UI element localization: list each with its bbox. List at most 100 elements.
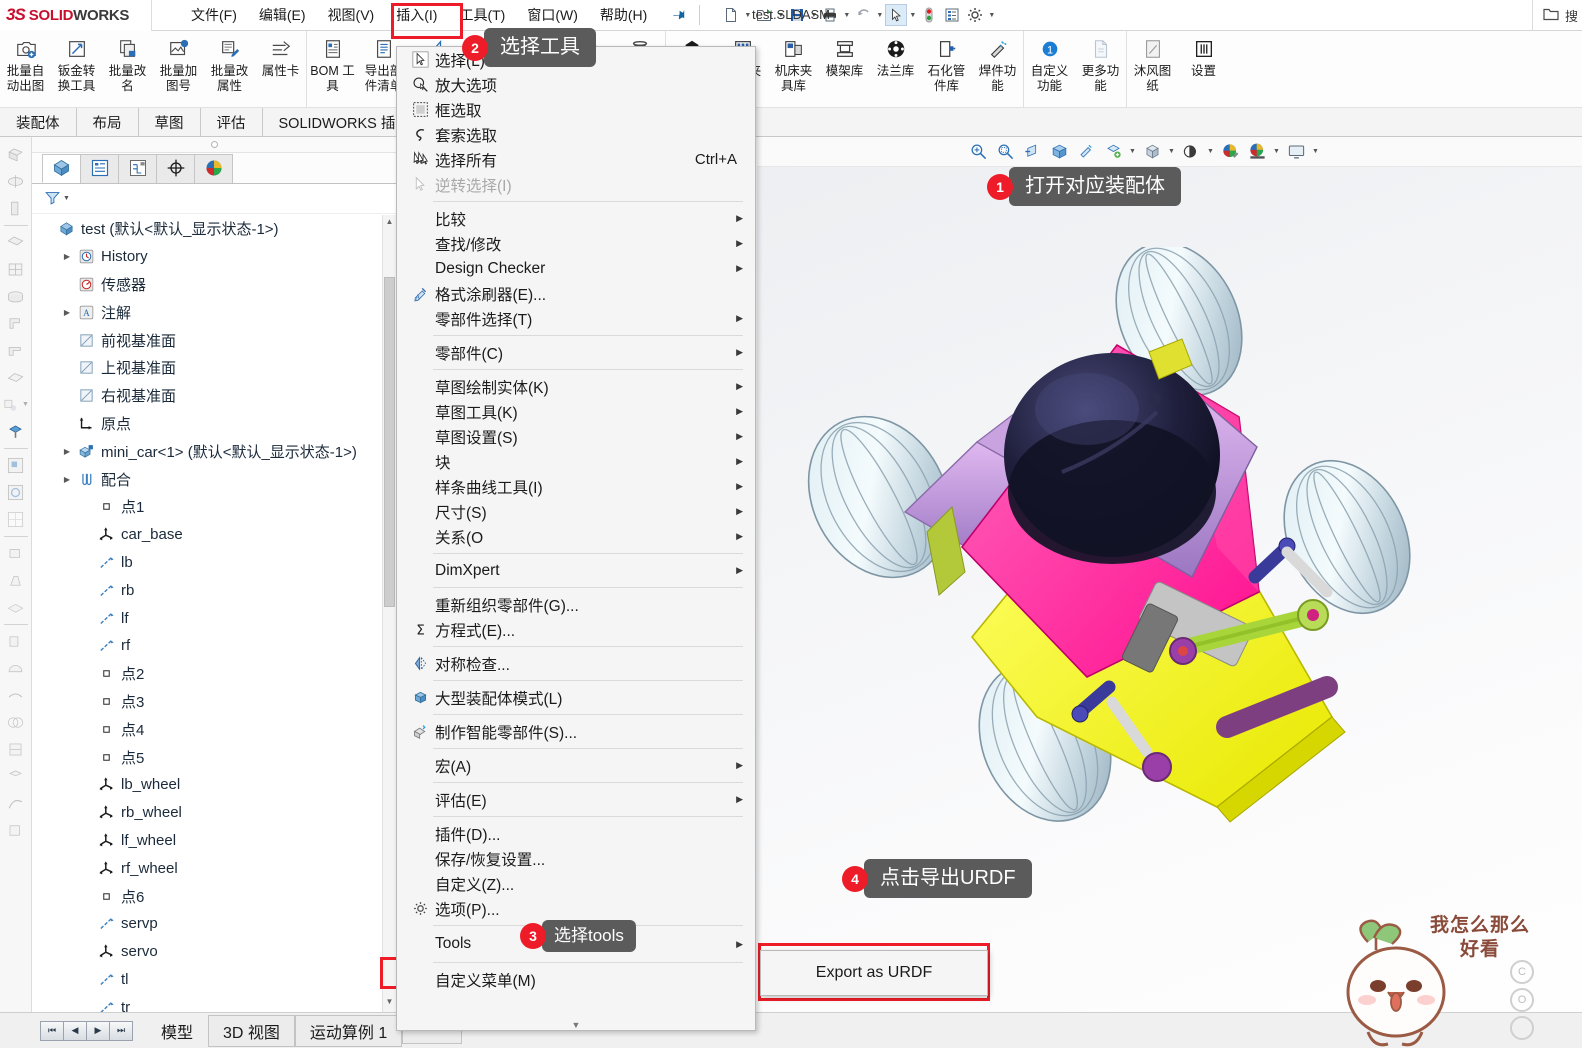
menu-item-i[interactable]: 样条曲线工具(I) ▶ [397, 474, 755, 499]
ribbon-btn-batch-drawing[interactable]: 批量自动出图 [0, 31, 51, 106]
tree-item[interactable]: ▶ History [32, 243, 396, 271]
tree-item[interactable]: 原点 [32, 410, 396, 438]
fillet-icon[interactable]: ▼ [2, 391, 30, 418]
expand-arrow-icon[interactable]: ▶ [60, 475, 74, 484]
menu-item-e[interactable]: Σ 方程式(E)... [397, 617, 755, 642]
menu-item-[interactable]: 查找/修改 ▶ [397, 231, 755, 256]
tree-item[interactable]: rf_wheel [32, 854, 396, 882]
revolved-cut-icon[interactable] [2, 283, 30, 310]
menu-item-s[interactable]: 草图设置(S) ▶ [397, 424, 755, 449]
tab-display-manager[interactable] [194, 154, 233, 183]
feature-tree-list[interactable]: test (默认<默认_显示状态-1>) ▶ History 传感器 ▶ A 注解 前视基准面… [32, 215, 396, 1012]
tree-item[interactable]: 前视基准面 [32, 326, 396, 354]
circular-pattern-icon[interactable] [2, 479, 30, 506]
viewport-layout-icon[interactable] [1284, 140, 1308, 164]
ribbon-btn-machine-fixture[interactable]: 机床夹具库 [768, 31, 819, 106]
command-manager-tabs[interactable]: 装配体 布局 草图 评估 SOLIDWORKS 插件 S [0, 108, 1582, 137]
tree-item[interactable]: servo [32, 938, 396, 966]
tab-sketch[interactable]: 草图 [138, 108, 201, 136]
menu-item-a[interactable]: 宏(A) ▶ [397, 753, 755, 778]
menu-item-[interactable]: 比较 ▶ [397, 206, 755, 231]
menu-item-s[interactable]: 制作智能零部件(S)... [397, 719, 755, 744]
export-urdf-item[interactable]: Export as URDF [816, 964, 932, 982]
menu-item-c[interactable]: 零部件(C) ▶ [397, 340, 755, 365]
3d-viewport[interactable]: ▼ ▼ ▼ ▼ ▼ 1 打开对应装配体 4 点击导出URDF 我怎么那么 好看 … [757, 137, 1582, 1048]
tree-item[interactable]: rb [32, 576, 396, 604]
menu-item-i[interactable]: 逆转选择(I) [397, 172, 755, 197]
tree-scrollbar[interactable]: ▲ ▼ [382, 215, 396, 1012]
boundary-cut-icon[interactable] [2, 364, 30, 391]
menu-item-o[interactable]: 关系(O ▶ [397, 524, 755, 549]
filter-icon[interactable] [44, 189, 61, 209]
intersect-icon[interactable] [2, 709, 30, 736]
tree-item[interactable]: tr [32, 993, 396, 1012]
dome-icon[interactable] [2, 655, 30, 682]
display-style-icon[interactable] [1074, 140, 1098, 164]
swept-boss-icon[interactable] [2, 195, 30, 222]
menu-item-s[interactable]: 尺寸(S) ▶ [397, 499, 755, 524]
extrude-boss-icon[interactable] [2, 141, 30, 168]
section-view-icon[interactable] [1020, 140, 1044, 164]
menu-item-e[interactable]: A 格式涂刷器(E)... [397, 281, 755, 306]
menu-item-m[interactable]: 自定义菜单(M) [397, 967, 755, 992]
ribbon-toolbar[interactable]: 批量自动出图 钣金转换工具 批量改名 批量加图号 批量改属性 属性卡 BOM 工… [0, 31, 1582, 108]
tree-item[interactable]: ▶ mini_car<1> (默认<默认_显示状态-1>) [32, 437, 396, 465]
tree-item[interactable]: 点2 [32, 660, 396, 688]
tree-item[interactable]: lf [32, 604, 396, 632]
tree-item[interactable]: lf_wheel [32, 827, 396, 855]
tab-layout[interactable]: 布局 [76, 108, 139, 136]
menu-expand-arrow-icon[interactable]: ▼ [396, 1020, 756, 1046]
tree-item[interactable]: lb [32, 549, 396, 577]
split-icon[interactable] [2, 736, 30, 763]
tree-item[interactable]: servp [32, 910, 396, 938]
draft-icon[interactable] [2, 567, 30, 594]
tree-item[interactable]: lb_wheel [32, 771, 396, 799]
ribbon-btn-more-function[interactable]: 更多功能 [1075, 31, 1126, 106]
ribbon-btn-petro-pipe-library[interactable]: 石化管件库 [921, 31, 972, 106]
panel-splitter[interactable] [32, 137, 396, 153]
linear-pattern-icon[interactable] [2, 452, 30, 479]
curve-icon[interactable] [2, 790, 30, 817]
nav-last-button[interactable]: ⏭ [109, 1020, 133, 1041]
revolve-boss-icon[interactable] [2, 168, 30, 195]
wrap-icon[interactable] [2, 628, 30, 655]
menu-item-dimxpert[interactable]: DimXpert ▶ [397, 558, 755, 583]
menu-item-[interactable]: 框选取 [397, 97, 755, 122]
hide-show-icon[interactable] [1101, 140, 1125, 164]
menu-item-[interactable]: 对称检查... [397, 651, 755, 676]
edit-appearance-icon[interactable] [1218, 140, 1242, 164]
menu-item-z[interactable]: 自定义(Z)... [397, 871, 755, 896]
instant3d-icon[interactable] [2, 817, 30, 844]
tree-item[interactable]: 点1 [32, 493, 396, 521]
rib-icon[interactable] [2, 540, 30, 567]
bottom-tab-motion-study[interactable]: 运动算例 1 [294, 1014, 403, 1047]
menu-item-l[interactable]: 大型装配体模式(L) [397, 685, 755, 710]
ribbon-btn-sheetmetal-convert[interactable]: 钣金转换工具 [51, 31, 102, 106]
tree-item[interactable]: 点6 [32, 882, 396, 910]
tab-property-manager[interactable] [80, 154, 119, 183]
hide-show-caret-icon[interactable]: ▼ [1128, 148, 1137, 155]
tree-item[interactable]: tl [32, 966, 396, 994]
lofted-cut-icon[interactable] [2, 337, 30, 364]
hole-wizard-icon[interactable] [2, 256, 30, 283]
reference-geometry-icon[interactable] [2, 418, 30, 445]
tree-item[interactable]: 右视基准面 [32, 382, 396, 410]
folder-icon[interactable] [1543, 7, 1559, 24]
view-orientation-icon[interactable] [1047, 140, 1071, 164]
menu-item-k[interactable]: 草图工具(K) ▶ [397, 399, 755, 424]
ribbon-btn-weldment[interactable]: 焊件功能 [972, 31, 1023, 106]
ribbon-btn-mold-base-library[interactable]: 模架库 [819, 31, 870, 106]
scroll-up-icon[interactable]: ▲ [384, 217, 395, 230]
tab-dimxpert-manager[interactable] [156, 154, 195, 183]
menu-item-t[interactable]: 零部件选择(T) ▶ [397, 306, 755, 331]
tree-item[interactable]: ▶ 配合 [32, 465, 396, 493]
tree-item[interactable]: 点4 [32, 715, 396, 743]
rc-car-3d-model[interactable] [787, 241, 1427, 857]
nav-prev-button[interactable]: ◀ [63, 1020, 87, 1041]
menu-item-[interactable]: 套索选取 [397, 122, 755, 147]
left-vertical-toolbar[interactable]: ▼ [0, 137, 32, 1048]
tree-tab-strip[interactable] [32, 153, 396, 184]
apply-scene-icon[interactable] [1179, 140, 1203, 164]
search-label[interactable]: 搜 [1565, 6, 1578, 25]
scroll-down-icon[interactable]: ▼ [384, 997, 395, 1010]
